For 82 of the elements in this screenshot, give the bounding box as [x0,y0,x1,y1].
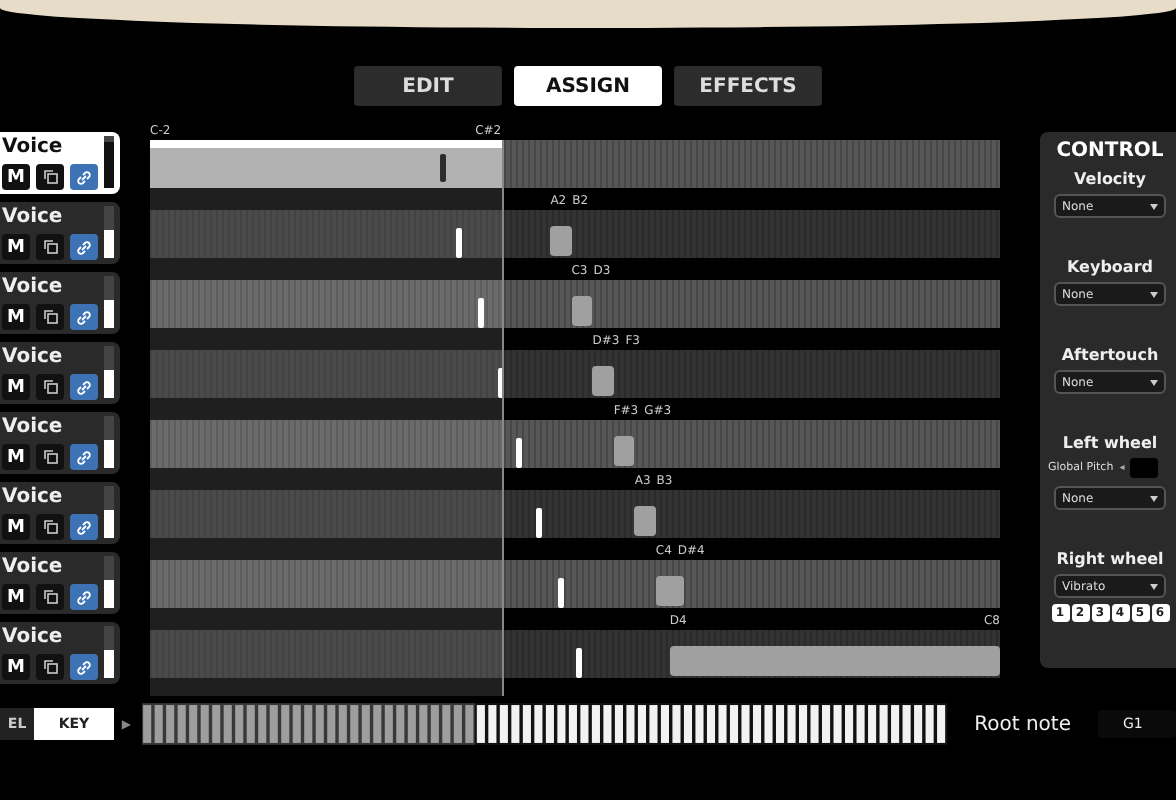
copy-icon [43,590,57,604]
caret-icon [1150,495,1158,501]
link-icon [76,169,92,185]
copy-button[interactable] [36,654,64,680]
section-label: Velocity [1074,170,1146,188]
copy-button[interactable] [36,374,64,400]
mute-button[interactable]: M [2,374,30,400]
voice-name: Voice [2,276,65,300]
voice-name: Voice [2,346,65,370]
voice-card[interactable]: Voice M [0,622,120,684]
voice-name: Voice [2,206,65,230]
key-zone[interactable] [613,436,635,466]
voice-name: Voice [2,416,65,440]
pitch-field[interactable] [1130,458,1159,478]
link-icon [76,449,92,465]
mute-button[interactable]: M [2,654,30,680]
link-button[interactable] [70,304,98,330]
link-icon [76,659,92,675]
root-marker[interactable] [456,228,462,258]
link-button[interactable] [70,234,98,260]
panel-title: CONTROL [1056,140,1164,162]
copy-button[interactable] [36,234,64,260]
voice-card[interactable]: Voice M [0,202,120,264]
link-icon [76,589,92,605]
voice-card[interactable]: Voice M [0,272,120,334]
copy-icon [43,520,57,534]
copy-icon [43,380,57,394]
key-zone[interactable] [655,576,684,606]
caret-icon [1150,203,1158,209]
link-button[interactable] [70,374,98,400]
link-icon [76,239,92,255]
root-marker[interactable] [558,578,564,608]
copy-icon [43,310,57,324]
root-marker[interactable] [477,298,484,328]
link-icon [76,309,92,325]
voice-name: Voice [2,136,65,160]
link-button[interactable] [70,514,98,540]
copy-button[interactable] [36,164,64,190]
copy-button[interactable] [36,514,64,540]
copy-icon [43,450,57,464]
copy-button[interactable] [36,304,64,330]
mute-button[interactable]: M [2,444,30,470]
link-button[interactable] [70,654,98,680]
mute-button[interactable]: M [2,164,30,190]
voice-card[interactable]: Voice M [0,132,120,194]
voice-name: Voice [2,556,65,580]
root-marker[interactable] [515,438,522,468]
mute-button[interactable]: M [2,584,30,610]
keyboard-drawing[interactable] [142,702,949,746]
copy-icon [43,240,57,254]
link-icon [76,519,92,535]
mute-button[interactable]: M [2,304,30,330]
section-label: Aftertouch [1061,346,1159,364]
link-icon [76,379,92,395]
voice-card[interactable]: Voice M [0,552,120,614]
mute-button[interactable]: M [2,514,30,540]
root-marker[interactable] [498,368,505,398]
section-label: Keyboard [1067,258,1153,276]
root-note-label: Root note [974,713,1071,735]
mute-button[interactable]: M [2,234,30,260]
voice-name: Voice [2,486,65,510]
copy-icon [43,660,57,674]
copy-button[interactable] [36,584,64,610]
voice-card[interactable]: Voice M [0,412,120,474]
section-label: Right wheel [1056,550,1164,568]
tab[interactable]: ASSIGN [514,66,662,106]
link-button[interactable] [70,444,98,470]
tab[interactable]: EFFECTS [674,66,822,106]
voice-card[interactable]: Voice M [0,482,120,544]
root-marker[interactable] [536,508,543,538]
tab[interactable]: EDIT [354,66,502,106]
copy-button[interactable] [36,444,64,470]
voice-name: Voice [2,626,65,650]
caret-icon [1150,583,1158,589]
copy-icon [43,170,57,184]
section-label: Left wheel [1062,434,1158,452]
voice-card[interactable]: Voice M [0,342,120,404]
caret-icon [1150,379,1158,385]
link-button[interactable] [70,584,98,610]
link-button[interactable] [70,164,98,190]
key-zone[interactable] [571,296,593,326]
caret-icon [1150,291,1158,297]
